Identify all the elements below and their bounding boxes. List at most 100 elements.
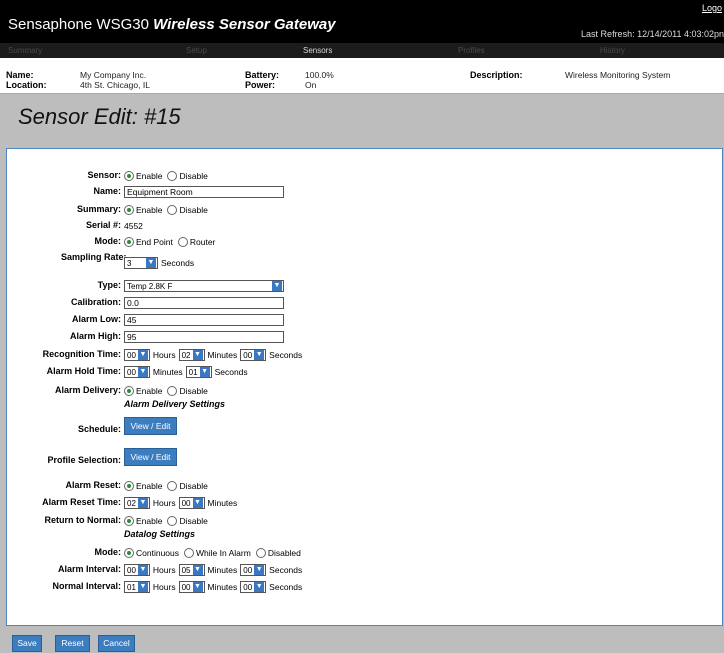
- cancel-button[interactable]: Cancel: [98, 635, 135, 652]
- nav-summary[interactable]: Summary: [8, 46, 42, 55]
- main-nav: Summary Setup Sensors Profiles History: [0, 43, 724, 58]
- recognition-label: Recognition Time:: [42, 349, 121, 359]
- ni-minutes-select[interactable]: 00 ▼: [178, 581, 205, 593]
- alarm-high-input[interactable]: 95: [124, 331, 284, 343]
- reset-button[interactable]: Reset: [55, 635, 90, 652]
- delivery-enable-radio[interactable]: [124, 386, 134, 396]
- while-in-alarm-radio[interactable]: [184, 548, 195, 558]
- normal-interval-row: Normal Interval: 01 ▼ Hours 00 ▼ Minutes 0…: [7, 580, 717, 594]
- minutes-label: Minutes: [207, 350, 238, 360]
- summary-enable-label: Enable: [136, 205, 163, 215]
- normal-enable-label: Enable: [136, 516, 163, 526]
- type-label: Type:: [97, 280, 121, 290]
- schedule-view-edit-button[interactable]: View / Edit: [124, 417, 177, 435]
- chevron-down-icon: ▼: [192, 498, 203, 508]
- reset-minutes-select[interactable]: 00 ▼: [178, 497, 205, 509]
- return-normal-label: Return to Normal:: [44, 515, 122, 525]
- type-select[interactable]: Temp 2.8K F ▼: [124, 280, 284, 292]
- description-label: Description:: [470, 70, 523, 80]
- reset-hours-select[interactable]: 02 ▼: [124, 497, 150, 509]
- normal-enable-radio[interactable]: [124, 516, 134, 526]
- sensor-disable-radio[interactable]: [167, 171, 178, 181]
- ni-hours-select[interactable]: 01 ▼: [124, 581, 150, 593]
- recognition-seconds-value: 00: [243, 350, 253, 360]
- device-info-bar: Name: My Company Inc. Location: 4th St. …: [0, 58, 724, 94]
- serial-label: Serial #:: [85, 220, 121, 230]
- ni-hours-value: 01: [127, 582, 136, 592]
- mode-endpoint-radio[interactable]: [124, 237, 134, 247]
- hold-seconds-value: 01: [188, 367, 198, 377]
- chevron-down-icon: ▼: [137, 565, 148, 575]
- save-button[interactable]: Save: [12, 635, 42, 652]
- normal-disable-label: Disable: [179, 516, 208, 526]
- hours-label: Hours: [152, 565, 176, 575]
- chevron-down-icon: ▼: [137, 498, 148, 508]
- datalog-mode-label: Mode:: [94, 547, 122, 557]
- serial-row: Serial #: 4552: [7, 219, 717, 233]
- nav-sensors[interactable]: Sensors: [303, 46, 332, 55]
- sensor-disable-label: Disable: [179, 171, 208, 181]
- nav-profiles[interactable]: Profiles: [458, 46, 485, 55]
- ni-minutes-value: 00: [181, 582, 191, 592]
- alarm-low-input[interactable]: 45: [124, 314, 284, 326]
- reset-time-label: Alarm Reset Time:: [42, 497, 121, 507]
- reset-disable-radio[interactable]: [167, 481, 178, 491]
- hold-seconds-select[interactable]: 01 ▼: [185, 366, 212, 378]
- main-area: Sensor Edit: #15 Sensor: Enable Disable …: [0, 94, 724, 653]
- chevron-down-icon: ▼: [137, 582, 148, 592]
- delivery-disable-radio[interactable]: [167, 386, 178, 396]
- hold-minutes-value: 00: [127, 367, 136, 377]
- name-input[interactable]: Equipment Room: [124, 186, 284, 198]
- brand-name: Sensaphone WSG30: [8, 16, 149, 33]
- seconds-label: Seconds: [214, 367, 248, 377]
- summary-disable-radio[interactable]: [167, 205, 178, 215]
- nav-history[interactable]: History: [600, 46, 625, 55]
- datalog-mode-row: Mode: Continuous While In Alarm Disabled: [7, 546, 717, 560]
- reset-enable-radio[interactable]: [124, 481, 134, 491]
- recognition-minutes-select[interactable]: 02 ▼: [178, 349, 205, 361]
- minutes-label: Minutes: [207, 582, 238, 592]
- hours-label: Hours: [152, 582, 176, 592]
- summary-enable-radio[interactable]: [124, 205, 134, 215]
- calibration-input[interactable]: 0.0: [124, 297, 284, 309]
- delivery-label: Alarm Delivery:: [54, 385, 121, 395]
- normal-interval-label: Normal Interval:: [52, 581, 121, 591]
- brand-title: Sensaphone WSG30 Wireless Sensor Gateway: [8, 16, 336, 33]
- recognition-hours-select[interactable]: 00 ▼: [124, 349, 150, 361]
- normal-disable-radio[interactable]: [167, 516, 178, 526]
- ai-hours-value: 00: [127, 565, 136, 575]
- last-refresh: Last Refresh: 12/14/2011 4:03:02pn: [581, 29, 724, 39]
- continuous-label: Continuous: [136, 548, 180, 558]
- chevron-down-icon: ▼: [254, 350, 265, 360]
- alarm-interval-row: Alarm Interval: 00 ▼ Hours 05 ▼ Minutes 00…: [7, 563, 717, 577]
- minutes-label: Minutes: [207, 565, 238, 575]
- battery-label: Battery:: [245, 70, 280, 80]
- ai-minutes-select[interactable]: 05 ▼: [178, 564, 205, 576]
- schedule-row: Schedule: View / Edit: [7, 417, 717, 438]
- profile-view-edit-button[interactable]: View / Edit: [124, 448, 177, 466]
- sampling-select[interactable]: 3 ▼: [124, 257, 158, 269]
- chevron-down-icon: ▼: [137, 367, 148, 377]
- logout-link[interactable]: Logo: [702, 3, 722, 13]
- power-label: Power:: [245, 80, 276, 90]
- sampling-label: Sampling Rate:: [61, 252, 127, 262]
- ai-hours-select[interactable]: 00 ▼: [124, 564, 150, 576]
- mode-endpoint-label: End Point: [136, 237, 173, 247]
- alarm-low-row: Alarm Low: 45: [7, 313, 717, 327]
- ni-seconds-select[interactable]: 00 ▼: [240, 581, 267, 593]
- type-row: Type: Temp 2.8K F ▼: [7, 279, 717, 293]
- name-value: My Company Inc.: [80, 70, 147, 80]
- nav-setup[interactable]: Setup: [186, 46, 207, 55]
- ai-seconds-select[interactable]: 00 ▼: [240, 564, 267, 576]
- ai-minutes-value: 05: [181, 565, 191, 575]
- continuous-radio[interactable]: [124, 548, 134, 558]
- recognition-seconds-select[interactable]: 00 ▼: [240, 349, 267, 361]
- top-bar: Sensaphone WSG30 Wireless Sensor Gateway…: [0, 0, 724, 43]
- hours-label: Hours: [152, 350, 176, 360]
- sensor-enable-radio[interactable]: [124, 171, 134, 181]
- name-label: Name:: [6, 70, 34, 80]
- chevron-down-icon: ▼: [192, 350, 203, 360]
- mode-router-radio[interactable]: [177, 237, 188, 247]
- hold-minutes-select[interactable]: 00 ▼: [124, 366, 150, 378]
- disabled-radio[interactable]: [255, 548, 266, 558]
